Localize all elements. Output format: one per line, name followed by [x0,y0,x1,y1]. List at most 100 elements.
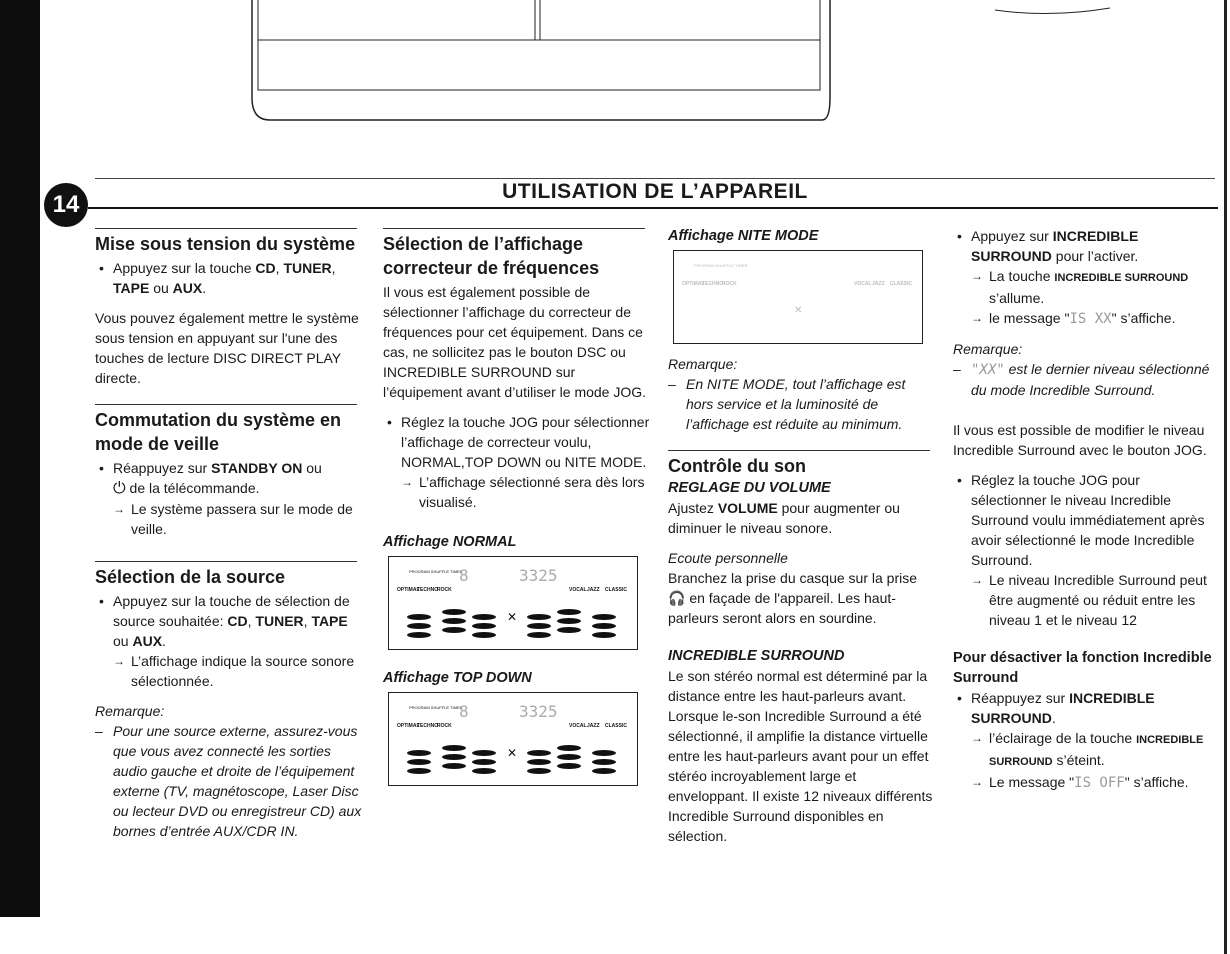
equalizer-bar [407,632,431,638]
display-center-icon: ✕ [507,746,517,760]
subheading: INCREDIBLE SURROUND [668,648,845,664]
display-mode-label: TECHNO [702,281,723,287]
page-number-badge: 14 [44,183,88,227]
equalizer-bar [472,750,496,756]
column-4: Appuyez sur INCREDIBLE SURROUND pour l’a… [953,226,1219,803]
section-heading: Mise sous tension du système [95,234,356,254]
section-heading: Contrôle du son [668,456,806,476]
bullet-item: Appuyez sur la touche de sélection de so… [95,591,363,691]
equalizer-bar [472,623,496,629]
result-item: Le niveau Incredible Surround peut être … [971,570,1219,630]
bullet-item: Réappuyez sur STANDBY ON ou⏻ de la téléc… [95,458,363,539]
bullet-item: Réappuyez sur INCREDIBLE SURROUND. l’écl… [953,688,1219,793]
divider [95,404,357,405]
device-edge-illustration [994,7,1111,15]
column-2: Sélection de l’affichage correcteur de f… [383,228,651,804]
paragraph: Ajustez VOLUME pour augmenter ou diminue… [668,500,900,536]
display-mode-label: VOCAL [569,723,587,729]
remark-note: Pour une source externe, assurez-vous qu… [95,721,363,841]
equalizer-bar [407,750,431,756]
paragraph: Il vous est également possible de sélect… [383,284,647,400]
display-counter: 3325 [519,702,558,721]
equalizer-bar [472,759,496,765]
display-mode-label: VOCAL [854,281,872,287]
display-program-label: PROGRAM SHUFFLE TIMER [409,705,463,710]
bullet-item: Réglez la touche JOG pour sélectionner l… [953,470,1219,630]
result-item: l’éclairage de la touche INCREDIBLE SURR… [971,728,1219,772]
display-mode-label: TECHNO [417,723,438,729]
column-3: Affichage NITE MODE PROGRAM SHUFFLE TIME… [668,226,936,856]
equalizer-bar [407,768,431,774]
scan-edge-bar [0,0,40,917]
equalizer-bar [592,768,616,774]
display-counter: 3325 [519,566,558,585]
equalizer-bar [557,754,581,760]
equalizer-bar [557,618,581,624]
paragraph: Le son stéréo normal est déterminé par l… [668,668,933,844]
divider [668,450,930,451]
divider [88,207,1218,209]
remark-label: Remarque: [668,356,738,372]
equalizer-bar [407,614,431,620]
device-illustration [251,0,831,121]
display-program-label: PROGRAM SHUFFLE TIMER [694,263,748,268]
paragraph: Branchez la prise du casque sur la prise… [668,570,918,626]
equalizer-bar [472,632,496,638]
equalizer-bar [527,768,551,774]
result-item: Le système passera sur le mode de veille… [113,499,363,539]
display-mode-label: CLASSIC [890,281,912,287]
divider [95,178,1215,179]
display-mode-label: VOCAL [569,587,587,593]
display-mode-label: JAZZ [872,281,885,287]
paragraph: Il vous est possible de modifier le nive… [953,422,1207,458]
divider [95,561,357,562]
display-digit: 8 [459,566,469,585]
equalizer-bar [442,745,466,751]
result-item: L’affichage sélectionné sera dès lors vi… [401,472,651,512]
bullet-item: Appuyez sur la touche CD, TUNER, TAPE ou… [95,258,363,298]
equalizer-bar [557,627,581,633]
equalizer-bar [442,754,466,760]
remark-note: En NITE MODE, tout l’affichage est hors … [668,374,936,434]
equalizer-bar [557,609,581,615]
equalizer-bar [557,745,581,751]
display-nite-image: PROGRAM SHUFFLE TIMER OPTIMAL TECHNO ROCK VO… [673,250,923,344]
equalizer-bar [592,614,616,620]
remark-label: Remarque: [953,341,1023,357]
power-icon: ⏻ [113,480,126,497]
display-center-icon: ✕ [507,610,517,624]
display-mode-label: TECHNO [417,587,438,593]
remark-note: "XX" est le dernier niveau sélectionné d… [953,359,1219,400]
column-1: Mise sous tension du système Appuyez sur… [95,228,363,851]
section-heading: Commutation du système en mode de veille [95,410,342,454]
equalizer-bar [442,609,466,615]
page-title: UTILISATION DE L’APPAREIL [502,180,808,203]
divider [95,228,357,229]
equalizer-bar [407,759,431,765]
bullet-item: Réglez la touche JOG pour sélectionner l… [383,412,651,512]
display-topdown-image: PROGRAM SHUFFLE TIMER 8 3325 OPTIMAL TECHNO R… [388,692,638,786]
display-label-normal: Affichage NORMAL [383,534,517,550]
equalizer-bar [442,763,466,769]
equalizer-bar [527,750,551,756]
display-mode-label: ROCK [437,587,452,593]
display-mode-label: JAZZ [587,587,600,593]
display-mode-label: ROCK [437,723,452,729]
equalizer-bar [442,618,466,624]
equalizer-bar [527,614,551,620]
display-center-icon: ✕ [794,305,802,316]
equalizer-bar [472,768,496,774]
subheading: REGLAGE DU VOLUME [668,480,831,496]
equalizer-bar [527,632,551,638]
result-item: La touche INCREDIBLE SURROUND s’allume. [971,266,1219,308]
scan-edge-line [1224,0,1227,954]
display-label-topdown: Affichage TOP DOWN [383,670,532,686]
subheading-italic: Ecoute personnelle [668,550,788,566]
section-heading: Pour désactiver la fonction Incredible S… [953,650,1212,686]
equalizer-bar [592,632,616,638]
equalizer-bar [472,614,496,620]
remark-label: Remarque: [95,703,165,719]
bullet-item: Appuyez sur INCREDIBLE SURROUND pour l’a… [953,226,1219,329]
display-mode-label: CLASSIC [605,723,627,729]
headphones-icon: 🎧 [668,590,686,606]
